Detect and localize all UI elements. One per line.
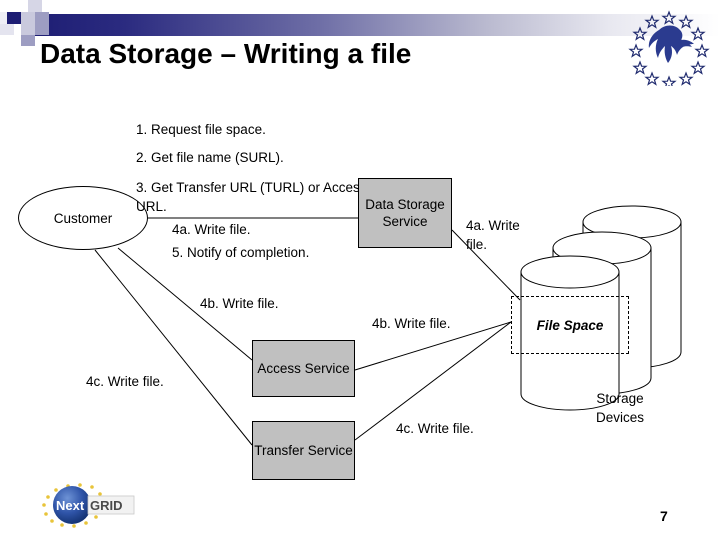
storage-devices-label: Storage Devices xyxy=(595,391,644,425)
diagram-canvas: Customer 1. Request file space. 2. Get f… xyxy=(0,0,720,540)
node-file-space[interactable]: File Space xyxy=(511,296,629,354)
node-access-service[interactable]: Access Service xyxy=(252,340,355,397)
step-2-label: 2. Get file name (SURL). xyxy=(136,150,284,165)
step-5-label: 5. Notify of completion. xyxy=(172,245,310,260)
step-4a-center-label: 4a. Write file. xyxy=(172,222,251,237)
node-customer[interactable]: Customer xyxy=(18,186,148,250)
step-4c-right-label: 4c. Write file. xyxy=(396,421,474,436)
node-data-storage-service-label: Data Storage Service xyxy=(365,197,445,229)
node-transfer-service[interactable]: Transfer Service xyxy=(252,421,355,480)
step-4c-left-label: 4c. Write file. xyxy=(86,374,164,389)
step-1-label: 1. Request file space. xyxy=(136,122,266,137)
step-4a-right-label: 4a. Write file. xyxy=(466,218,520,252)
svg-text:Next: Next xyxy=(56,498,85,513)
page-number: 7 xyxy=(660,508,668,524)
nextgrid-logo: Next GRID xyxy=(32,482,138,528)
step-4b-right-label: 4b. Write file. xyxy=(372,316,451,331)
step-3-label: 3. Get Transfer URL (TURL) or Access URL… xyxy=(136,180,367,214)
node-transfer-service-label: Transfer Service xyxy=(254,443,353,458)
diagram-vector-layer xyxy=(94,205,682,446)
node-file-space-label: File Space xyxy=(536,317,604,333)
step-4b-left-label: 4b. Write file. xyxy=(200,296,279,311)
node-data-storage-service[interactable]: Data Storage Service xyxy=(358,178,452,248)
node-access-service-label: Access Service xyxy=(257,361,350,376)
node-customer-label: Customer xyxy=(53,210,113,226)
svg-text:GRID: GRID xyxy=(90,498,123,513)
